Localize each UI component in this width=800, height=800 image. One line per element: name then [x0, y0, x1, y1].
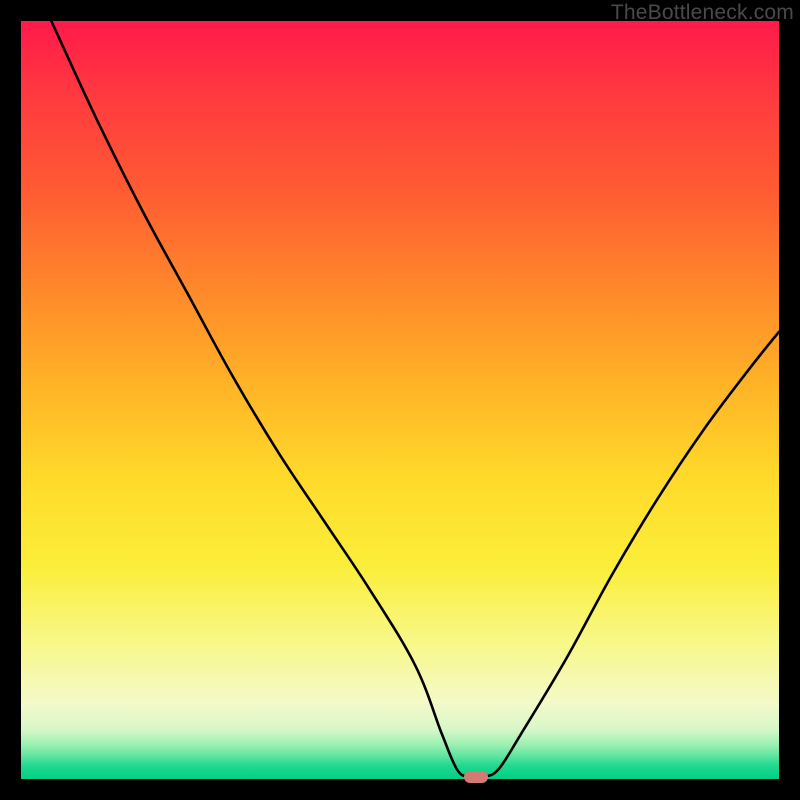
heat-gradient-background — [21, 21, 779, 779]
optimal-marker — [464, 771, 488, 783]
plot-area — [21, 21, 779, 779]
watermark-text: TheBottleneck.com — [611, 1, 794, 25]
